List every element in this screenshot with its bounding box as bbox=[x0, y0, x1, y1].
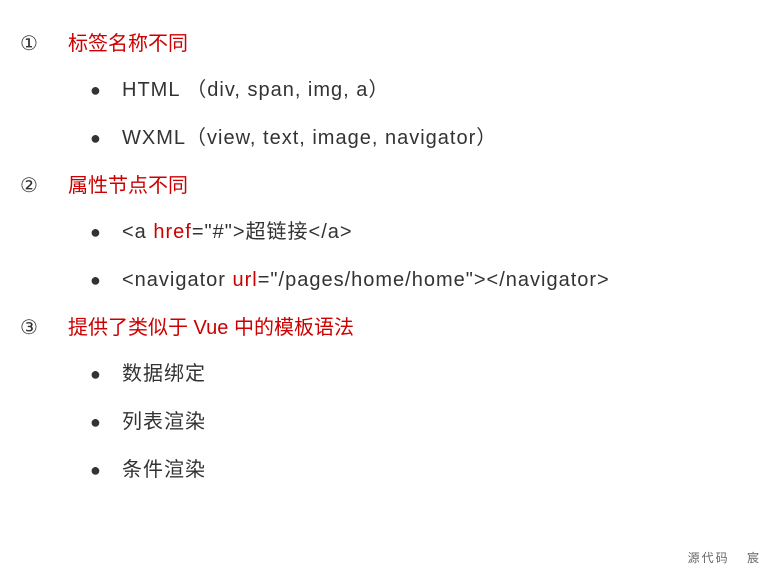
watermark-right: 宸 bbox=[747, 551, 761, 565]
sub-item: ●HTML （div, span, img, a） bbox=[90, 76, 759, 104]
sub-item-text: 列表渲染 bbox=[122, 408, 206, 436]
sub-item: ●WXML（view, text, image, navigator） bbox=[90, 124, 759, 152]
bullet-icon: ● bbox=[90, 362, 122, 387]
bullet-icon: ● bbox=[90, 220, 122, 245]
sub-item: ●<navigator url="/pages/home/home"></nav… bbox=[90, 266, 759, 294]
sub-item-text: 数据绑定 bbox=[122, 360, 206, 388]
code-pre: <a bbox=[122, 221, 153, 243]
sub-item: ●数据绑定 bbox=[90, 360, 759, 388]
bullet-icon: ● bbox=[90, 126, 122, 151]
code-post: ="/pages/home/home"></navigator> bbox=[258, 269, 610, 291]
watermark: 源代码 宸 bbox=[688, 550, 761, 567]
document-content: ①标签名称不同●HTML （div, span, img, a）●WXML（vi… bbox=[20, 30, 759, 484]
code-attr: url bbox=[233, 269, 258, 291]
sub-item: ●<a href="#">超链接</a> bbox=[90, 218, 759, 246]
sub-item: ●条件渲染 bbox=[90, 456, 759, 484]
sub-item-text: <a href="#">超链接</a> bbox=[122, 218, 353, 246]
bullet-icon: ● bbox=[90, 410, 122, 435]
sub-list: ●HTML （div, span, img, a）●WXML（view, tex… bbox=[90, 76, 759, 152]
sub-list: ●<a href="#">超链接</a>●<navigator url="/pa… bbox=[90, 218, 759, 294]
sub-list: ●数据绑定●列表渲染●条件渲染 bbox=[90, 360, 759, 484]
sub-item-text: WXML（view, text, image, navigator） bbox=[122, 124, 497, 152]
bullet-icon: ● bbox=[90, 458, 122, 483]
section-marker: ③ bbox=[20, 314, 68, 342]
code-attr: href bbox=[153, 221, 191, 243]
section-marker: ② bbox=[20, 172, 68, 200]
sub-item-text: <navigator url="/pages/home/home"></navi… bbox=[122, 266, 610, 294]
section-title: 标签名称不同 bbox=[68, 30, 188, 58]
section-marker: ① bbox=[20, 30, 68, 58]
section-title: 提供了类似于 Vue 中的模板语法 bbox=[68, 314, 354, 342]
sub-item-text: 条件渲染 bbox=[122, 456, 206, 484]
section-title: 属性节点不同 bbox=[68, 172, 188, 200]
sub-item: ●列表渲染 bbox=[90, 408, 759, 436]
bullet-icon: ● bbox=[90, 268, 122, 293]
sub-item-text: HTML （div, span, img, a） bbox=[122, 76, 389, 104]
code-pre: <navigator bbox=[122, 269, 233, 291]
watermark-left: 源代码 bbox=[688, 551, 730, 565]
section-heading: ①标签名称不同 bbox=[20, 30, 759, 58]
bullet-icon: ● bbox=[90, 78, 122, 103]
section-heading: ③提供了类似于 Vue 中的模板语法 bbox=[20, 314, 759, 342]
section-heading: ②属性节点不同 bbox=[20, 172, 759, 200]
code-post: ="#">超链接</a> bbox=[192, 221, 353, 243]
